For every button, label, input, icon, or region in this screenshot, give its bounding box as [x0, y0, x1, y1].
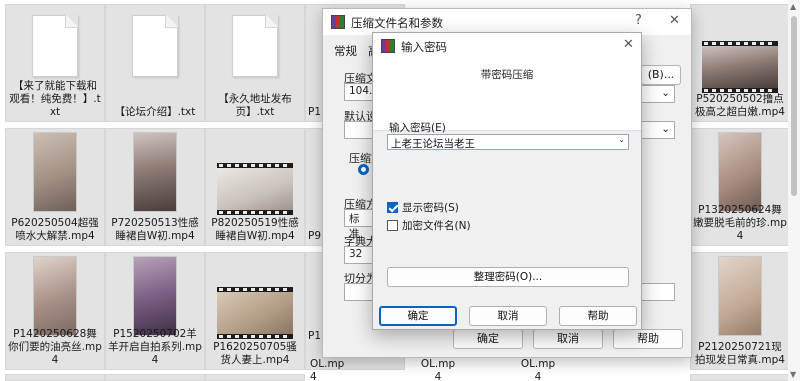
- compression-method-select[interactable]: 标准: [344, 209, 374, 240]
- help-icon[interactable]: ?: [635, 13, 642, 28]
- video-thumbnail: [702, 41, 778, 93]
- checkbox-checked[interactable]: [387, 202, 398, 213]
- dialog-titlebar: 输入密码 ✕: [373, 33, 641, 59]
- file-name: P620250504超强喷水大解禁.mp4: [11, 217, 99, 242]
- organize-passwords-button[interactable]: 整理密码(O)...: [387, 267, 629, 287]
- show-password-label: 显示密码(S): [402, 202, 459, 214]
- video-thumbnail: [33, 256, 77, 336]
- file-tile[interactable]: P2120250721现拍现发日常真.mp4: [690, 252, 790, 370]
- file-name: P2120250721现拍现发日常真.mp4: [695, 341, 785, 366]
- file-name: OL.mp4: [420, 358, 456, 381]
- password-value: 上老王论坛当老王: [391, 138, 475, 150]
- dictionary-size-select[interactable]: 32: [344, 246, 374, 264]
- file-tile[interactable]: P1620250705骚货人妻上.mp4: [205, 252, 305, 370]
- update-mode-dropdown[interactable]: ⌄: [641, 121, 675, 139]
- video-thumbnail: [133, 132, 177, 212]
- file-name: P1320250624舞嫩要脱毛前的珍.mp4: [693, 204, 787, 242]
- help-button[interactable]: 帮助: [559, 306, 637, 326]
- video-thumbnail: [217, 287, 293, 339]
- encrypt-filenames-checkbox[interactable]: 加密文件名(N): [387, 218, 471, 233]
- show-password-checkbox[interactable]: 显示密码(S): [387, 200, 459, 215]
- vertical-scrollbar[interactable]: ▲ ▼: [788, 0, 800, 381]
- settings-field[interactable]: [344, 121, 374, 139]
- file-tile[interactable]: 【论坛介绍】.txt: [105, 4, 205, 122]
- scroll-up-icon[interactable]: ▲: [790, 2, 796, 11]
- winrar-icon: [381, 39, 395, 53]
- cancel-button[interactable]: 取消: [469, 306, 547, 326]
- password-input[interactable]: 上老王论坛当老王 ⌄: [387, 134, 629, 150]
- file-tile[interactable]: P620250504超强喷水大解禁.mp4: [5, 128, 105, 246]
- text-file-icon: [232, 15, 278, 77]
- scrollbar-thumb[interactable]: [791, 16, 797, 196]
- file-name: OL.mp4: [520, 358, 556, 381]
- browse-button[interactable]: (B)...: [641, 65, 681, 85]
- file-tile[interactable]: [205, 374, 305, 381]
- video-thumbnail: [33, 132, 77, 212]
- split-volumes-input[interactable]: [344, 283, 374, 301]
- cancel-button[interactable]: 取消: [533, 329, 603, 349]
- file-name: P1420250628舞你们要的油亮丝.mp4: [8, 328, 102, 366]
- file-tile[interactable]: P520250502撸点极高之超白嫩.mp4: [690, 4, 790, 122]
- format-radio[interactable]: [358, 164, 369, 175]
- file-name: P820250519性感睡裙自W初.mp4: [211, 217, 299, 242]
- dialog-title: 压缩文件名和参数: [351, 16, 443, 30]
- text-file-icon: [32, 15, 78, 77]
- split-unit-select[interactable]: [641, 283, 675, 301]
- dialog-subtitle: 带密码压缩: [480, 69, 534, 81]
- video-thumbnail: [718, 132, 762, 212]
- encrypt-filenames-label: 加密文件名(N): [402, 220, 471, 232]
- ok-button[interactable]: 确定: [453, 329, 523, 349]
- file-name: 【论坛介绍】.txt: [114, 106, 196, 118]
- checkbox-unchecked[interactable]: [387, 220, 398, 231]
- tab-general[interactable]: 常规: [334, 43, 357, 59]
- file-tile[interactable]: P820250519性感睡裙自W初.mp4: [205, 128, 305, 246]
- file-tile[interactable]: P720250513性感睡裙自W初.mp4: [105, 128, 205, 246]
- help-button[interactable]: 帮助: [613, 329, 683, 349]
- file-name: P520250502撸点极高之超白嫩.mp4: [695, 93, 785, 118]
- file-tile[interactable]: [105, 374, 205, 381]
- file-tile[interactable]: P1520250702羊羊开启自拍系列.mp4: [105, 252, 205, 370]
- file-name: P720250513性感睡裙自W初.mp4: [111, 217, 199, 242]
- file-name: P1520250702羊羊开启自拍系列.mp4: [108, 328, 202, 366]
- dialog-title: 输入密码: [401, 40, 447, 54]
- close-icon[interactable]: ✕: [623, 37, 634, 52]
- close-icon[interactable]: ✕: [669, 13, 680, 28]
- video-thumbnail: [217, 163, 293, 215]
- profile-dropdown[interactable]: ⌄: [641, 85, 675, 103]
- chevron-down-icon[interactable]: ⌄: [618, 135, 625, 144]
- scroll-down-icon[interactable]: ▼: [790, 370, 796, 379]
- password-dialog: 输入密码 ✕ 带密码压缩 输入密码(E) 上老王论坛当老王 ⌄ 显示密码(S) …: [372, 32, 642, 330]
- winrar-icon: [331, 15, 345, 29]
- file-tile[interactable]: [690, 374, 790, 381]
- video-thumbnail: [718, 256, 762, 336]
- text-file-icon: [132, 15, 178, 77]
- file-tile[interactable]: [5, 374, 105, 381]
- password-label: 输入密码(E): [389, 122, 446, 134]
- file-name: 【永久地址发布页】.txt: [218, 93, 292, 118]
- file-name: 【来了就能下载和观看！纯免费！】.txt: [9, 80, 101, 118]
- file-name: P1620250705骚货人妻上.mp4: [213, 341, 297, 366]
- video-thumbnail: [133, 256, 177, 336]
- file-tile[interactable]: 【永久地址发布页】.txt: [205, 4, 305, 122]
- file-tile[interactable]: P1420250628舞你们要的油亮丝.mp4: [5, 252, 105, 370]
- file-tile[interactable]: P1320250624舞嫩要脱毛前的珍.mp4: [690, 128, 790, 246]
- file-name: OL.mp4: [310, 358, 345, 381]
- file-tile[interactable]: 【来了就能下载和观看！纯免费！】.txt: [5, 4, 105, 122]
- ok-button[interactable]: 确定: [379, 306, 457, 326]
